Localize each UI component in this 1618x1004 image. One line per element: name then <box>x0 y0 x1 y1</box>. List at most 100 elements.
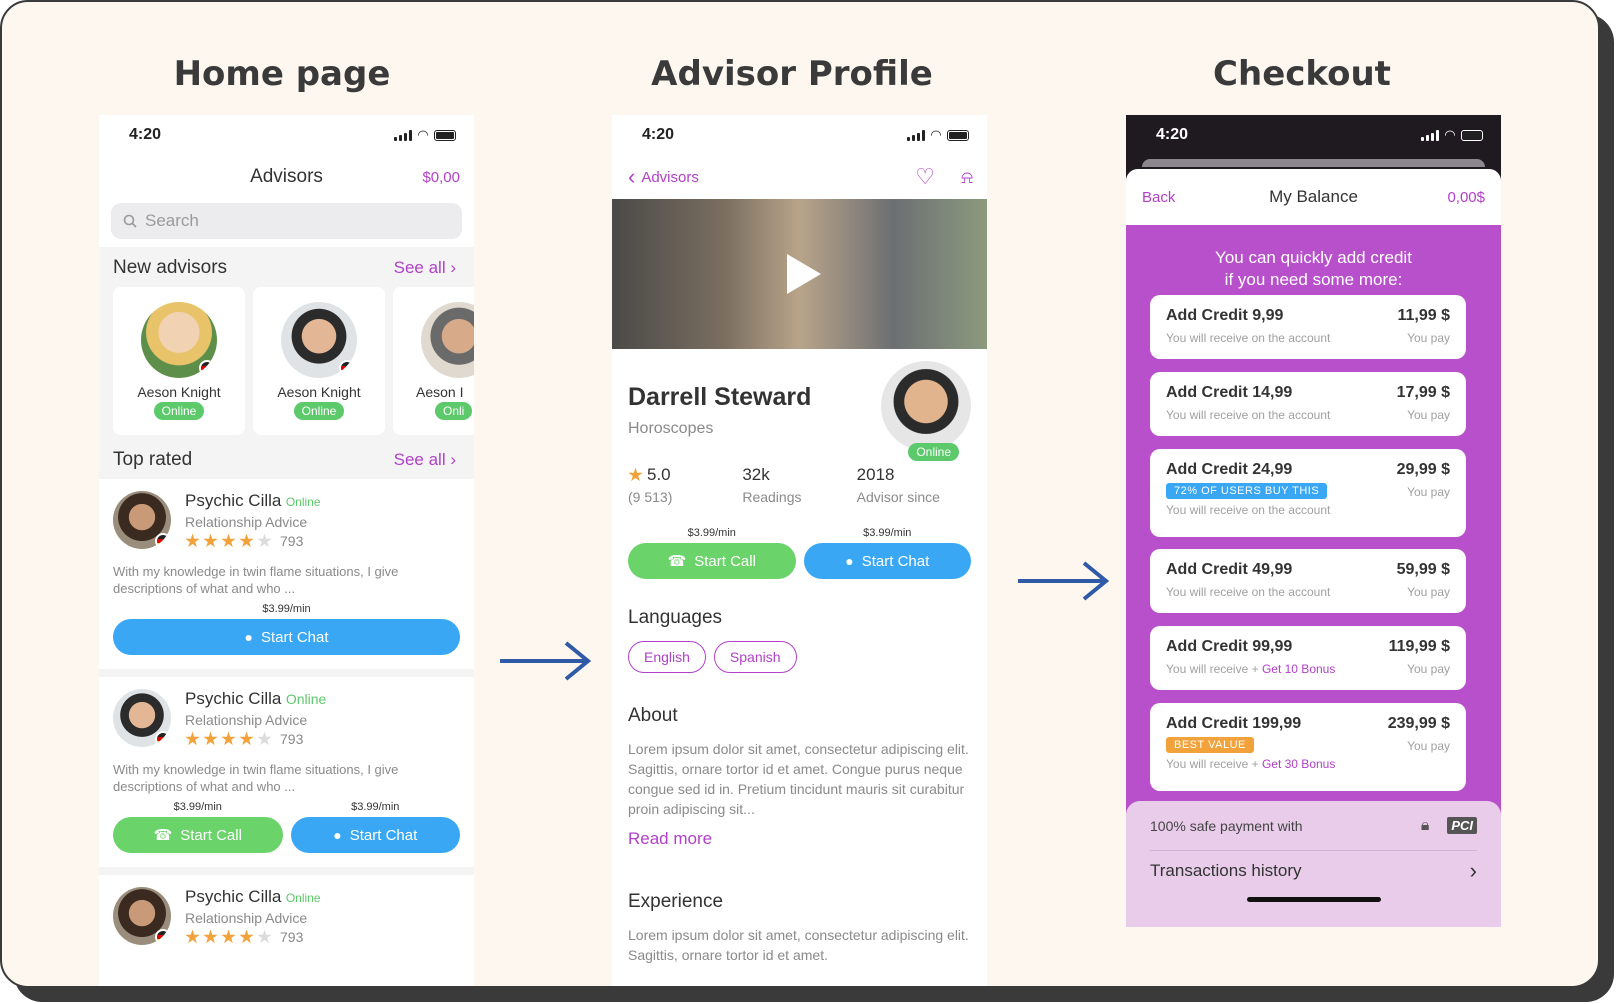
status-time: 4:20 <box>129 126 162 143</box>
checkout-title: Checkout <box>1213 54 1391 94</box>
star-empty-icon <box>257 533 272 548</box>
bonus-text: Get 10 Bonus <box>1261 662 1336 676</box>
status-icons: ◠ <box>907 127 969 143</box>
call-price: $3.99/min <box>173 801 222 813</box>
new-advisors-see-all[interactable]: See all › <box>394 258 456 278</box>
top-rated-card[interactable]: Psychic Cilla Online Relationship Advice… <box>99 875 474 986</box>
star-empty-icon <box>257 731 272 746</box>
language-chip: English <box>628 641 706 673</box>
star-icon <box>628 467 643 482</box>
transactions-history-link[interactable]: Transactions history › <box>1150 851 1477 891</box>
advisor-avatar <box>113 491 171 549</box>
credit-option[interactable]: Add Credit 14,99 You will receive on the… <box>1150 372 1466 436</box>
chevron-left-icon: ‹ <box>628 164 636 189</box>
call-price: $3.99/min <box>687 527 736 539</box>
star-icon <box>203 929 218 944</box>
advisor-card[interactable]: Aeson Knight Online <box>113 287 245 435</box>
safe-payment-row: 100% safe payment with 🔒︎ PCI <box>1150 801 1477 851</box>
top-rated-card[interactable]: Psychic Cilla Online Relationship Advice… <box>99 479 474 669</box>
status-icons: ◠ <box>394 127 456 143</box>
start-chat-button[interactable]: ● Start Chat <box>290 817 460 853</box>
start-chat-button[interactable]: ● Start Chat <box>803 543 971 579</box>
flag-icon <box>199 360 215 376</box>
star-icon <box>221 533 236 548</box>
credit-option[interactable]: Add Credit 24,99 72% OF USERS BUY THIS Y… <box>1150 449 1466 537</box>
status-icons: ◠ <box>1421 127 1483 143</box>
chat-price: $3.99/min <box>262 603 311 615</box>
advisor-avatar <box>113 689 171 747</box>
stats-row: 5.0 (9 513) 32k Readings 2018 Advisor si… <box>612 465 987 505</box>
battery-icon <box>434 129 456 141</box>
star-icon <box>239 929 254 944</box>
star-icon <box>203 533 218 548</box>
online-badge: Online <box>153 402 205 420</box>
stat-rating: 5.0 (9 513) <box>628 465 673 505</box>
search-icon <box>123 214 137 228</box>
safe-payment-text: 100% safe payment with <box>1150 817 1303 834</box>
advisor-name: Psychic Cilla <box>185 491 282 510</box>
sheet-title: My Balance <box>1269 187 1358 206</box>
advisor-name: Psychic Cilla <box>185 689 282 708</box>
pci-logo-icon: PCI <box>1447 817 1477 834</box>
online-badge: Online <box>908 443 959 461</box>
start-call-button[interactable]: ☎ Start Call <box>113 817 283 853</box>
wifi-icon: ◠ <box>418 127 428 142</box>
back-button[interactable]: Back <box>1142 189 1175 206</box>
popular-badge: 72% OF USERS BUY THIS <box>1166 483 1328 499</box>
play-icon[interactable] <box>786 254 821 294</box>
credit-option[interactable]: Add Credit 9,99 You will receive on the … <box>1150 295 1466 359</box>
new-advisors-title: New advisors <box>113 257 228 278</box>
advisor-card[interactable]: Aeson I Onli <box>393 287 474 435</box>
advisor-profile-title: Advisor Profile <box>651 54 933 94</box>
back-to-advisors[interactable]: ‹ Advisors <box>628 166 699 188</box>
card-info: Psychic Cilla Online Relationship Advice… <box>185 689 460 747</box>
search-placeholder: Search <box>145 211 199 230</box>
profile-screen: 4:20 ◠ ‹ Advisors ♡ ⍾ Darrell Steward Ho… <box>612 115 987 986</box>
status-time: 4:20 <box>1156 126 1189 143</box>
chat-price: $3.99/min <box>863 527 912 539</box>
bell-icon[interactable]: ⍾ <box>961 167 973 188</box>
search-bar-wrap: Search <box>99 199 474 247</box>
credit-option[interactable]: Add Credit 99,99 You will receive + Get … <box>1150 626 1466 690</box>
status-bar: 4:20 ◠ <box>99 115 474 155</box>
advisor-card[interactable]: Aeson Knight Online <box>253 287 385 435</box>
profile-nav: ‹ Advisors ♡ ⍾ <box>612 155 987 199</box>
video-thumbnail[interactable] <box>612 199 987 349</box>
top-rated-card[interactable]: Psychic Cilla Online Relationship Advice… <box>99 677 474 867</box>
new-advisors-carousel[interactable]: Aeson Knight Online Aeson Knight Online … <box>99 287 474 437</box>
status-time: 4:20 <box>642 126 675 143</box>
start-chat-button[interactable]: ● Start Chat <box>113 619 460 655</box>
review-count: 793 <box>280 929 304 945</box>
read-more-link[interactable]: Read more <box>628 829 971 849</box>
phone-icon: ☎ <box>153 827 173 844</box>
credit-option[interactable]: Add Credit 49,99 You will receive on the… <box>1150 549 1466 613</box>
review-count: 793 <box>280 731 304 747</box>
phone-icon: ☎ <box>667 553 687 570</box>
start-call-button[interactable]: ☎ Start Call <box>628 543 796 579</box>
advisor-name: Psychic Cilla <box>185 887 282 906</box>
wifi-icon: ◠ <box>1445 127 1455 142</box>
best-value-badge: BEST VALUE <box>1166 737 1254 753</box>
home-header: Advisors $0,00 <box>99 155 474 199</box>
online-badge: Online <box>293 402 345 420</box>
advisor-category: Relationship Advice <box>185 514 308 530</box>
star-icon <box>185 929 200 944</box>
home-screen: 4:20 ◠ Advisors $0,00 Search New advisor… <box>99 115 474 986</box>
header-title: Advisors <box>250 166 323 187</box>
advisor-avatar <box>881 361 971 451</box>
credit-option[interactable]: Add Credit 199,99 BEST VALUE You will re… <box>1150 703 1466 791</box>
languages-title: Languages <box>628 607 723 628</box>
top-rated-see-all[interactable]: See all › <box>394 450 456 470</box>
flow-arrow-icon <box>1018 561 1110 601</box>
status-bar: 4:20 ◠ <box>1126 115 1501 155</box>
heart-icon[interactable]: ♡ <box>915 164 935 190</box>
home-page-title: Home page <box>173 54 391 94</box>
search-input[interactable]: Search <box>111 203 462 239</box>
experience-section: Experience Lorem ipsum dolor sit amet, c… <box>612 891 987 965</box>
about-title: About <box>628 705 678 726</box>
top-rated-header: Top rated See all › <box>99 437 474 479</box>
balance-label[interactable]: $0,00 <box>422 169 460 186</box>
card-info: Psychic Cilla Online Relationship Advice… <box>185 887 460 945</box>
about-text: Lorem ipsum dolor sit amet, consectetur … <box>628 741 969 817</box>
online-status: Online <box>285 495 321 509</box>
